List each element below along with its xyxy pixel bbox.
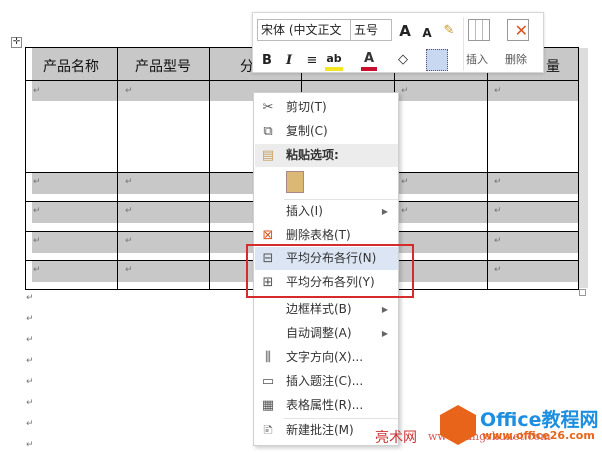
submenu-arrow-icon: ▶ — [381, 207, 388, 216]
table-move-handle[interactable]: ✛ — [11, 37, 22, 48]
menu-item-insert-caption[interactable]: ▭ 插入题注(C)... — [255, 370, 398, 393]
para-mark: ↵ — [33, 265, 41, 275]
header-quantity: 量 — [546, 59, 560, 75]
menu-item-insert[interactable]: 插入(I) ▶ — [255, 200, 398, 223]
highlight-annotation-box — [246, 244, 414, 298]
para-mark: ↵ — [494, 206, 502, 216]
submenu-arrow-icon: ▶ — [381, 305, 388, 314]
menu-header-paste-options: ▤ 粘贴选项: — [255, 144, 398, 167]
para-mark: ↵ — [33, 206, 41, 216]
watermark-brand: Office教程网 — [480, 409, 599, 431]
font-size-select[interactable]: 五号 — [350, 19, 392, 41]
menu-item-border-styles[interactable]: 边框样式(B) ▶ — [255, 298, 398, 321]
para-mark: ↵ — [401, 206, 409, 216]
delete-button[interactable]: 删除 — [505, 51, 527, 67]
para-mark: ↵ — [494, 86, 502, 96]
highlight-color-button[interactable]: ab — [325, 51, 343, 71]
menu-item-table-properties[interactable]: ▦ 表格属性(R)... — [255, 394, 398, 417]
para-mark: ↵ — [125, 86, 133, 96]
para-mark: ↵ — [26, 440, 34, 450]
para-mark: ↵ — [401, 177, 409, 187]
menu-item-text-direction[interactable]: ⫼ 文字方向(X)... — [255, 346, 398, 369]
para-mark: ↵ — [494, 236, 502, 246]
grow-font-button[interactable]: A — [398, 23, 412, 39]
para-mark: ↵ — [26, 335, 34, 345]
para-mark: ↵ — [33, 177, 41, 187]
copy-icon: ⧉ — [263, 124, 273, 139]
menu-item-autofit[interactable]: 自动调整(A) ▶ — [255, 322, 398, 345]
para-mark: ↵ — [26, 314, 34, 324]
comment-icon: 🗈 — [263, 423, 273, 438]
shading-icon[interactable]: ◇ — [395, 52, 411, 68]
para-mark: ↵ — [33, 236, 41, 246]
align-center-icon[interactable]: ≡ — [305, 53, 319, 69]
scissors-icon: ✂ — [262, 100, 274, 115]
para-mark: ↵ — [26, 356, 34, 366]
watermark-brand-url: www.office26.com — [482, 429, 595, 442]
mini-toolbar: 宋体 (中文正文 五号 A A ✎ B I ≡ ab A ◇ 插入 ✕ 删除 — [252, 12, 544, 73]
para-mark: ↵ — [125, 265, 133, 275]
para-mark: ↵ — [26, 419, 34, 429]
watermark-site: 亮术网 — [375, 430, 417, 446]
header-product-model: 产品型号 — [135, 59, 191, 75]
table-resize-handle[interactable] — [579, 289, 586, 296]
delete-table-icon[interactable]: ✕ — [507, 19, 529, 41]
italic-button[interactable]: I — [283, 53, 295, 69]
text-direction-icon: ⫼ — [265, 350, 271, 365]
borders-button[interactable] — [426, 49, 448, 71]
font-name-select[interactable]: 宋体 (中文正文 — [257, 19, 351, 41]
para-mark: ↵ — [125, 177, 133, 187]
para-mark: ↵ — [26, 293, 34, 303]
menu-item-copy[interactable]: ⧉ 复制(C) — [255, 120, 398, 143]
shrink-font-button[interactable]: A — [421, 25, 433, 41]
para-mark: ↵ — [494, 265, 502, 275]
para-mark: ↵ — [401, 86, 409, 96]
insert-button[interactable]: 插入 — [466, 51, 488, 67]
insert-table-icon[interactable] — [468, 19, 490, 41]
menu-item-cut[interactable]: ✂ 剪切(T) — [255, 96, 398, 119]
paste-keep-formatting-button[interactable] — [286, 171, 304, 193]
table-properties-icon: ▦ — [261, 398, 275, 413]
para-mark: ↵ — [33, 86, 41, 96]
para-mark: ↵ — [125, 206, 133, 216]
para-mark: ↵ — [26, 398, 34, 408]
header-product-name: 产品名称 — [43, 59, 99, 75]
delete-table-icon: ⊠ — [262, 228, 274, 243]
bold-button[interactable]: B — [261, 53, 273, 69]
para-mark: ↵ — [26, 377, 34, 387]
font-color-button[interactable]: A — [361, 51, 377, 71]
format-painter-icon[interactable]: ✎ — [441, 23, 457, 39]
caption-icon: ▭ — [261, 374, 275, 389]
paste-icon: ▤ — [261, 148, 275, 163]
submenu-arrow-icon: ▶ — [381, 329, 388, 338]
para-mark: ↵ — [125, 236, 133, 246]
para-mark: ↵ — [494, 177, 502, 187]
